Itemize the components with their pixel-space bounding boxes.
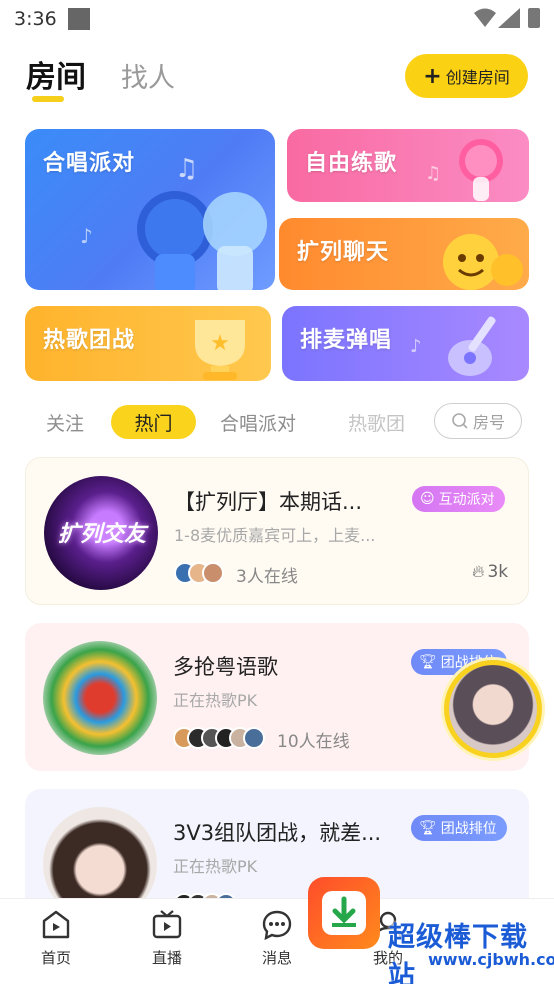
music-note-icon: ♪: [80, 224, 93, 248]
room-subtitle: 正在热歌PK: [173, 691, 258, 710]
room-number-search[interactable]: 房号: [434, 403, 522, 439]
signal-icon: [498, 8, 520, 28]
heat-value: 3k: [487, 562, 509, 582]
room-title: 3V3组队团战，就差...: [173, 821, 382, 845]
tab-rooms[interactable]: 房间: [26, 52, 86, 96]
category-mic-play[interactable]: 排麦弹唱 ♪: [282, 306, 529, 381]
filter-hot-team[interactable]: 热歌团: [348, 405, 405, 439]
tab-find-people[interactable]: 找人: [121, 56, 175, 95]
room-card[interactable]: 扩列交友 【扩列厅】本期话... 1-8麦优质嘉宾可上，上麦... ☺ 互动派对…: [25, 457, 529, 605]
chat-bubble-icon: [262, 910, 292, 941]
watermark-logo: [308, 877, 380, 949]
trophy-icon: 🏆︎: [419, 820, 437, 836]
category-hot-team[interactable]: 热歌团战 ★: [25, 306, 271, 381]
online-avatars: [174, 562, 224, 584]
nav-messages-label: 消息: [261, 949, 292, 967]
wifi-icon: [474, 8, 496, 27]
download-icon: [322, 891, 366, 935]
category-label: 排麦弹唱: [300, 328, 393, 353]
category-expand-chat[interactable]: 扩列聊天: [279, 218, 529, 290]
avatar: [202, 562, 224, 584]
nav-home[interactable]: 首页: [26, 909, 86, 968]
nav-live-label: 直播: [151, 949, 182, 967]
music-note-icon: ♫: [425, 163, 442, 184]
room-subtitle: 1-8麦优质嘉宾可上，上麦...: [174, 526, 376, 545]
nav-messages[interactable]: 消息: [247, 909, 307, 968]
room-subtitle: 正在热歌PK: [173, 857, 258, 876]
category-label: 扩列聊天: [297, 240, 390, 265]
category-free-practice[interactable]: 自由练歌 ♫: [287, 129, 529, 202]
active-tab-indicator: [32, 96, 64, 102]
room-heat: 🔥︎ 3k: [472, 562, 508, 582]
room-avatar-text: 扩列交友: [58, 522, 147, 547]
svg-text:★: ★: [210, 331, 230, 356]
emoji-icon: [443, 234, 523, 290]
category-label: 合唱派对: [43, 151, 136, 176]
search-icon: [452, 413, 468, 429]
music-note-icon: ♫: [175, 154, 199, 184]
avatar: [243, 727, 265, 749]
room-title: 多抢粤语歌: [173, 655, 278, 679]
watermark-url: www.cjbwh.com: [428, 950, 554, 969]
filter-hot[interactable]: 热门: [111, 405, 196, 439]
room-avatar: [43, 641, 157, 755]
category-chorus-party[interactable]: 合唱派对 ♫ ♪: [25, 129, 275, 290]
category-label: 热歌团战: [43, 328, 136, 353]
filter-chorus-party[interactable]: 合唱派对: [220, 405, 296, 439]
music-note-icon: ♪: [410, 336, 422, 357]
status-time: 3:36: [14, 8, 57, 30]
status-bar: 3:36: [0, 0, 554, 40]
room-tag: 🏆︎ 团战排位: [411, 815, 507, 841]
flame-icon: 🔥︎: [472, 562, 485, 582]
room-tag-label: 团战排位: [440, 821, 497, 837]
nav-home-label: 首页: [40, 949, 71, 967]
room-avatar: 扩列交友: [44, 476, 158, 590]
filter-follow[interactable]: 关注: [46, 405, 84, 439]
room-tag: ☺ 互动派对: [412, 486, 505, 512]
home-play-icon: [42, 910, 70, 939]
party-icon: ☺: [420, 491, 435, 507]
floating-room-avatar[interactable]: [444, 660, 542, 758]
category-label: 自由练歌: [305, 151, 398, 176]
create-room-button[interactable]: + 创建房间: [405, 54, 528, 98]
online-avatars: [173, 727, 265, 749]
battery-icon: [528, 8, 540, 28]
online-count: 3人在线: [236, 567, 298, 587]
nav-live[interactable]: 直播: [137, 909, 197, 968]
plus-icon: +: [423, 63, 442, 89]
room-number-placeholder: 房号: [472, 413, 505, 432]
karaoke-mic-icon: [459, 139, 503, 201]
microphone-icon: [137, 191, 267, 290]
room-tag-label: 互动派对: [438, 492, 495, 508]
guitar-icon: [448, 316, 496, 376]
trophy-icon: 🏆︎: [419, 654, 437, 670]
tv-icon: [152, 910, 182, 939]
room-title: 【扩列厅】本期话...: [174, 490, 363, 514]
create-room-label: 创建房间: [445, 68, 510, 87]
trophy-icon: ★: [195, 320, 245, 380]
online-count: 10人在线: [277, 732, 350, 752]
notification-icon: [68, 8, 90, 30]
